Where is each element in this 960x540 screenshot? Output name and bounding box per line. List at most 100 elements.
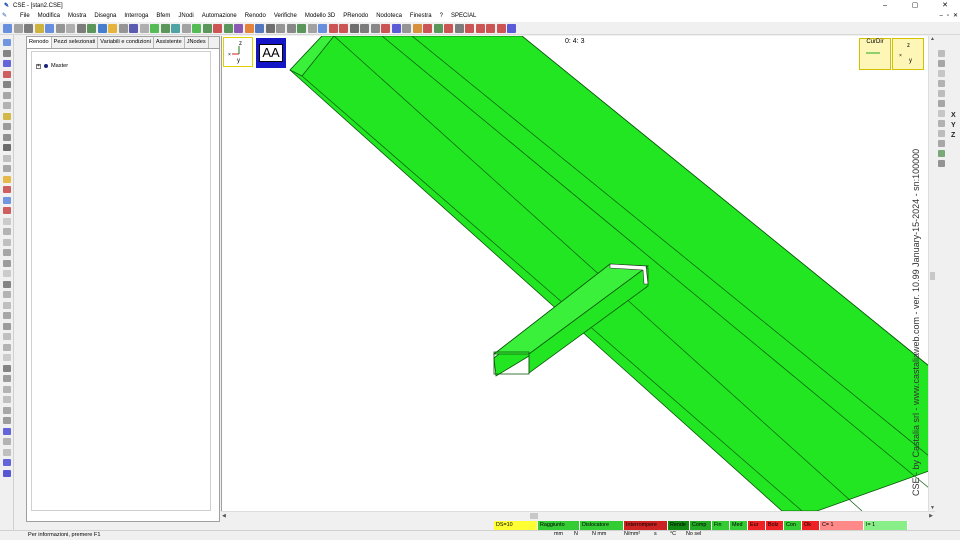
axis-triad[interactable]: z y × (223, 37, 253, 67)
menu-modello-3d[interactable]: Modello 3D (301, 11, 339, 22)
view-y-button[interactable]: Y (951, 122, 956, 129)
right-tool-icon[interactable] (938, 120, 945, 127)
side-tool-icon[interactable] (3, 448, 11, 456)
toolbar-tool-icon[interactable] (24, 23, 33, 33)
right-tool-icon[interactable] (938, 110, 945, 117)
side-tool-icon[interactable] (3, 175, 11, 183)
menu-mostra[interactable]: Mostra (64, 11, 90, 22)
document-icon[interactable]: ✎ (2, 12, 16, 21)
view-z-button[interactable]: Z (951, 132, 955, 139)
mdi-restore-button[interactable]: ▫ (947, 11, 949, 22)
menu-renodo[interactable]: Renodo (241, 11, 270, 22)
toolbar-tool-icon[interactable] (339, 23, 348, 33)
menu-automazione[interactable]: Automazione (198, 11, 241, 22)
toolbar-tool-icon[interactable] (55, 23, 65, 33)
side-tool-icon[interactable] (3, 102, 11, 109)
toolbar-tool-icon[interactable] (265, 23, 275, 33)
toolbar-tool-icon[interactable] (118, 23, 128, 33)
toolbar-tool-icon[interactable] (234, 23, 243, 33)
right-tool-icon[interactable] (938, 90, 945, 97)
toolbar-tool-icon[interactable] (328, 23, 338, 33)
toolbar-tool-icon[interactable] (97, 23, 107, 33)
side-tool-icon[interactable] (3, 186, 11, 193)
side-tool-icon[interactable] (3, 280, 11, 288)
side-tool-icon[interactable] (3, 333, 11, 340)
toolbar-tool-icon[interactable] (402, 23, 411, 33)
side-tool-icon[interactable] (3, 60, 11, 67)
view-x-button[interactable]: X (951, 112, 956, 119)
toolbar-tool-icon[interactable] (318, 23, 327, 33)
side-tool-icon[interactable] (3, 354, 11, 361)
side-tool-icon[interactable] (3, 154, 11, 162)
toolbar-tool-icon[interactable] (286, 23, 296, 33)
close-button[interactable]: ✕ (930, 0, 960, 11)
side-tool-icon[interactable] (3, 438, 11, 445)
horizontal-scroll-thumb[interactable] (530, 513, 538, 519)
toolbar-tool-icon[interactable] (150, 23, 159, 33)
toolbar-tool-icon[interactable] (202, 23, 212, 33)
side-tool-icon[interactable] (3, 385, 11, 393)
side-tool-icon[interactable] (3, 49, 11, 57)
toolbar-tool-icon[interactable] (181, 23, 191, 33)
right-tool-icon[interactable] (938, 100, 945, 107)
toolbar-tool-icon[interactable] (423, 23, 432, 33)
side-tool-icon[interactable] (3, 217, 11, 225)
side-tool-icon[interactable] (3, 469, 11, 477)
side-tool-icon[interactable] (3, 165, 11, 172)
tab-assistente[interactable]: Assistente (154, 37, 185, 48)
toolbar-tool-icon[interactable] (160, 23, 170, 33)
side-tool-icon[interactable] (3, 70, 11, 78)
menu-prenodo[interactable]: PRenodo (339, 11, 372, 22)
toolbar-tool-icon[interactable] (45, 23, 54, 33)
toolbar-tool-icon[interactable] (412, 23, 422, 33)
toolbar-tool-icon[interactable] (370, 23, 380, 33)
toolbar-tool-icon[interactable] (507, 23, 516, 33)
side-tool-icon[interactable] (3, 39, 11, 46)
side-tool-icon[interactable] (3, 301, 11, 309)
toolbar-tool-icon[interactable] (66, 23, 75, 33)
3d-model-drawing[interactable] (222, 36, 928, 511)
toolbar-tool-icon[interactable] (171, 23, 180, 33)
viewport-vertical-scrollbar[interactable]: ▲ ▼ (928, 36, 935, 511)
side-tool-icon[interactable] (3, 144, 11, 151)
side-tool-icon[interactable] (3, 228, 11, 235)
mdi-close-button[interactable]: ✕ (953, 11, 958, 22)
right-tool-icon[interactable] (938, 160, 945, 167)
toolbar-tool-icon[interactable] (454, 23, 464, 33)
menu-disegna[interactable]: Disegna (90, 11, 120, 22)
toolbar-tool-icon[interactable] (276, 23, 285, 33)
side-tool-icon[interactable] (3, 322, 11, 330)
side-tool-icon[interactable] (3, 91, 11, 99)
toolbar-tool-icon[interactable] (444, 23, 453, 33)
tree-item-master[interactable]: + Master (36, 63, 68, 69)
side-tool-icon[interactable] (3, 238, 11, 246)
side-tool-icon[interactable] (3, 427, 11, 435)
3d-viewport[interactable]: z y × AA 0: 4: 3 CurDir z y × CSE - by C… (221, 36, 928, 511)
right-tool-icon[interactable] (938, 150, 945, 157)
side-tool-icon[interactable] (3, 259, 11, 267)
menu-bfem[interactable]: Bfem (152, 11, 174, 22)
toolbar-tool-icon[interactable] (360, 23, 369, 33)
view-zy-button[interactable]: z y × (892, 38, 924, 70)
antialias-toggle-button[interactable]: AA (256, 38, 286, 68)
side-tool-icon[interactable] (3, 375, 11, 382)
toolbar-tool-icon[interactable] (391, 23, 401, 33)
tab-variabili-e-condizioni[interactable]: Variabili e condizioni (98, 37, 154, 48)
toolbar-tool-icon[interactable] (307, 23, 317, 33)
side-tool-icon[interactable] (3, 270, 11, 277)
toolbar-tool-icon[interactable] (486, 23, 495, 33)
menu-interroga[interactable]: Interroga (120, 11, 152, 22)
right-tool-icon[interactable] (938, 60, 945, 67)
menu-verifiche[interactable]: Verifiche (270, 11, 301, 22)
side-tool-icon[interactable] (3, 459, 11, 466)
menu-file[interactable]: File (16, 11, 34, 22)
side-tool-icon[interactable] (3, 406, 11, 414)
toolbar-tool-icon[interactable] (3, 23, 12, 33)
toolbar-tool-icon[interactable] (139, 23, 149, 33)
menu-special[interactable]: SPECIAL (447, 11, 480, 22)
side-tool-icon[interactable] (3, 81, 11, 88)
side-tool-icon[interactable] (3, 196, 11, 204)
toolbar-tool-icon[interactable] (244, 23, 254, 33)
scroll-left-icon[interactable]: ◀ (222, 513, 226, 519)
toolbar-tool-icon[interactable] (34, 23, 44, 33)
